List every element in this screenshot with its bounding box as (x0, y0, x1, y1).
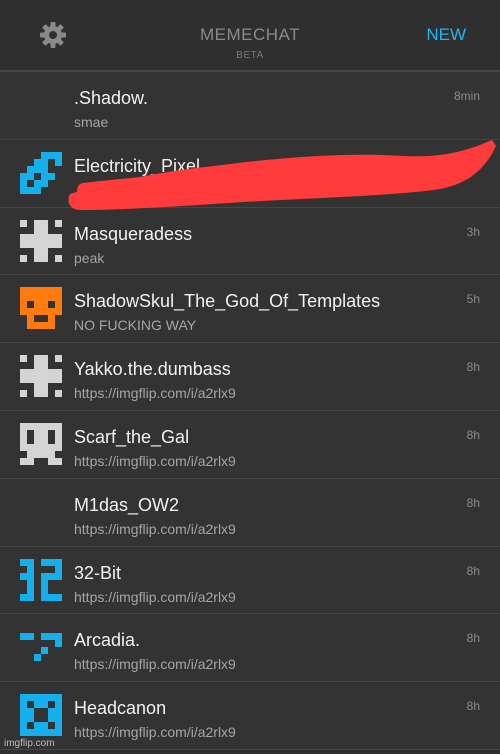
grey-cross-pixel-icon (20, 355, 62, 398)
chat-list: .Shadow. smae 8min Electricity_Pixel Mas… (0, 72, 500, 750)
chat-time: 8min (453, 89, 480, 103)
orange-skull-pixel-icon (20, 287, 62, 330)
chat-last-message: https://imgflip.com/i/a2rlx9 (74, 724, 236, 741)
chat-last-message: smae (74, 114, 109, 130)
chat-row[interactable]: Electricity_Pixel (0, 139, 500, 208)
chat-last-message: https://imgflip.com/i/a2rlx9 (74, 588, 236, 605)
chat-time: 3h (466, 224, 480, 239)
chat-row[interactable]: Scarf_the_Gal https://imgflip.com/i/a2rl… (0, 410, 500, 479)
chat-name: .Shadow. (74, 88, 149, 108)
chat-name: Arcadia. (74, 630, 141, 651)
chat-row[interactable]: Arcadia. https://imgflip.com/i/a2rlx9 8h (0, 614, 500, 683)
grey-face-pixel-icon (20, 422, 62, 465)
grey-cross-pixel-icon (20, 219, 62, 262)
chat-name: Headcanon (74, 698, 167, 719)
chat-last-message: peak (74, 249, 105, 266)
chat-last-message: https://imgflip.com/i/a2rlx9 (74, 452, 236, 469)
blue-32-pixel-icon (20, 558, 62, 601)
chat-row[interactable]: .Shadow. smae 8min (0, 72, 500, 140)
watermark: imgflip.com (4, 738, 55, 749)
chat-name: 32-Bit (74, 562, 122, 583)
chat-name: Electricity_Pixel (74, 155, 201, 176)
blue-dots-pixel-icon (20, 626, 62, 668)
chat-last-message: NO FUCKING WAY (74, 317, 197, 334)
app-title: MEMECHAT (199, 25, 300, 44)
chat-last-message: https://imgflip.com/i/a2rlx9 (74, 520, 236, 537)
chat-name: M1das_OW2 (74, 494, 180, 515)
app-subtitle: BETA (236, 50, 264, 61)
chat-last-message: https://imgflip.com/i/a2rlx9 (74, 385, 236, 402)
chat-row[interactable]: Masqueradess peak 3h (0, 207, 500, 276)
new-chat-button[interactable]: NEW (426, 25, 466, 45)
chat-name: ShadowSkul_The_God_Of_Templates (74, 291, 381, 312)
chat-row[interactable]: Yakko.the.dumbass https://imgflip.com/i/… (0, 343, 500, 411)
blue-pixel-icon (20, 151, 62, 194)
chat-time: 8h (466, 360, 480, 375)
app-header: MEMECHAT BETA NEW (0, 0, 500, 72)
chat-row[interactable]: Headcanon https://imgflip.com/i/a2rlx9 8… (0, 682, 500, 750)
chat-name: Masqueradess (74, 223, 193, 244)
chat-time: 8h (466, 563, 480, 578)
chat-time: 5h (466, 292, 480, 307)
chat-time: 8h (466, 631, 480, 646)
chat-name: Scarf_the_Gal (74, 426, 190, 447)
chat-time: 8h (466, 699, 480, 714)
chat-row[interactable]: M1das_OW2 https://imgflip.com/i/a2rlx9 8… (0, 478, 500, 547)
chat-time: 8h (466, 495, 480, 510)
chat-row[interactable]: ShadowSkul_The_God_Of_Templates NO FUCKI… (0, 275, 500, 344)
chat-time: 8h (466, 427, 480, 442)
chat-last-message: https://imgflip.com/i/a2rlx9 (74, 656, 236, 673)
chat-row[interactable]: 32-Bit https://imgflip.com/i/a2rlx9 8h (0, 546, 500, 615)
blue-checker-pixel-icon (20, 694, 62, 737)
chat-name: Yakko.the.dumbass (74, 359, 231, 380)
